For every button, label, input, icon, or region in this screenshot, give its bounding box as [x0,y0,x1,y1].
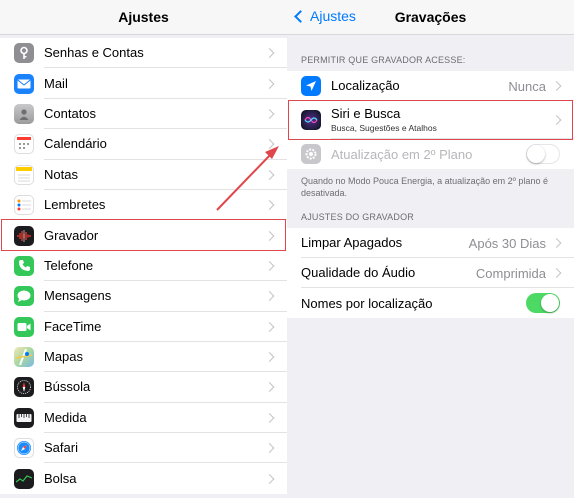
low-power-note: Quando no Modo Pouca Energia, a atualiza… [301,176,548,198]
compass-icon [14,377,34,398]
settings-navbar: Ajustes [0,0,287,35]
location-names-row: Nomes por localização [287,288,574,318]
recordings-navbar: Ajustes Gravações [287,0,574,35]
settings-item-bolsa[interactable]: Bolsa [0,463,287,494]
settings-item-lembretes[interactable]: Lembretes [0,189,287,221]
recordings-title: Gravações [394,9,467,25]
facetime-icon [14,316,34,337]
gear-icon [301,144,321,164]
settings-item-senhas[interactable]: Senhas e Contas [0,38,287,69]
toggle-knob [527,145,545,163]
audio-quality-value: Comprimida [475,265,546,281]
settings-item-label: Bolsa [44,471,77,487]
settings-item-label: Gravador [44,220,287,251]
location-row[interactable]: Localização Nunca [287,71,574,101]
settings-item-label: Mensagens [44,281,287,312]
settings-item-medida[interactable]: Medida [0,402,287,434]
messages-icon [14,286,34,307]
recorder-section-header: AJUSTES DO GRAVADOR [301,212,414,222]
settings-item-notas[interactable]: Notas [0,159,287,190]
clear-deleted-row[interactable]: Limpar Apagados Após 30 Dias [287,228,574,258]
contacts-icon [14,103,34,124]
settings-item-label: Bússola [44,372,287,403]
mail-icon [14,73,34,94]
siri-search-row[interactable]: Siri e Busca Busca, Sugestões e Atalhos [287,101,574,139]
key-icon [14,43,34,64]
settings-item-label: FaceTime [44,312,287,342]
siri-label: Siri e Busca [331,106,401,121]
settings-item-calendario[interactable]: Calendário [0,129,287,160]
stocks-icon [14,468,34,489]
clear-deleted-value: Após 30 Dias [468,235,546,251]
settings-item-gravador[interactable]: Gravador [0,220,287,251]
settings-item-label: Telefone [44,251,287,282]
settings-title: Ajustes [118,9,169,25]
location-value: Nunca [508,78,546,94]
siri-icon [301,110,321,130]
settings-item-mensagens[interactable]: Mensagens [0,281,287,312]
notes-icon [14,164,34,185]
toggle-knob [541,294,559,312]
bg-refresh-row: Atualização em 2º Plano [287,139,574,169]
settings-item-label: Calendário [44,129,287,160]
settings-item-contatos[interactable]: Contatos [0,98,287,130]
phone-icon [14,255,34,276]
settings-item-label: Senhas e Contas [44,38,287,69]
location-names-toggle[interactable] [526,293,560,313]
bg-refresh-toggle[interactable] [526,144,560,164]
settings-item-label: Mapas [44,342,287,373]
settings-item-label: Mail [44,68,287,99]
recordings-panel: Ajustes Gravações PERMITIR QUE GRAVADOR … [287,0,574,498]
settings-item-label: Contatos [44,99,287,130]
siri-sublabel: Busca, Sugestões e Atalhos [331,123,437,133]
recorder-settings-list: Limpar Apagados Após 30 Dias Qualidade d… [287,228,574,318]
settings-item-safari[interactable]: Safari [0,433,287,464]
settings-item-bussola[interactable]: Bússola [0,372,287,403]
settings-item-mail[interactable]: Mail [0,68,287,99]
voice-memos-icon [14,225,34,246]
settings-list: Senhas e Contas Mail Contatos Calendário [0,38,287,494]
safari-icon [14,438,34,459]
settings-panel: Ajustes Senhas e Contas Mail Contatos Ca… [0,0,287,498]
access-section-header: PERMITIR QUE GRAVADOR ACESSE: [301,55,466,65]
settings-item-facetime[interactable]: FaceTime [0,311,287,342]
settings-item-label: Notas [44,160,287,190]
measure-icon [14,407,34,428]
settings-item-mapas[interactable]: Mapas [0,341,287,373]
settings-item-label: Safari [44,433,287,464]
settings-item-telefone[interactable]: Telefone [0,250,287,282]
audio-quality-row[interactable]: Qualidade do Áudio Comprimida [287,258,574,288]
settings-item-label: Lembretes [44,190,287,221]
calendar-icon [14,134,34,155]
location-arrow-icon [301,76,321,96]
access-list: Localização Nunca Siri e Busca Busca, Su… [287,71,574,169]
settings-item-label: Medida [44,403,287,434]
reminders-icon [14,195,34,216]
maps-icon [14,347,34,368]
